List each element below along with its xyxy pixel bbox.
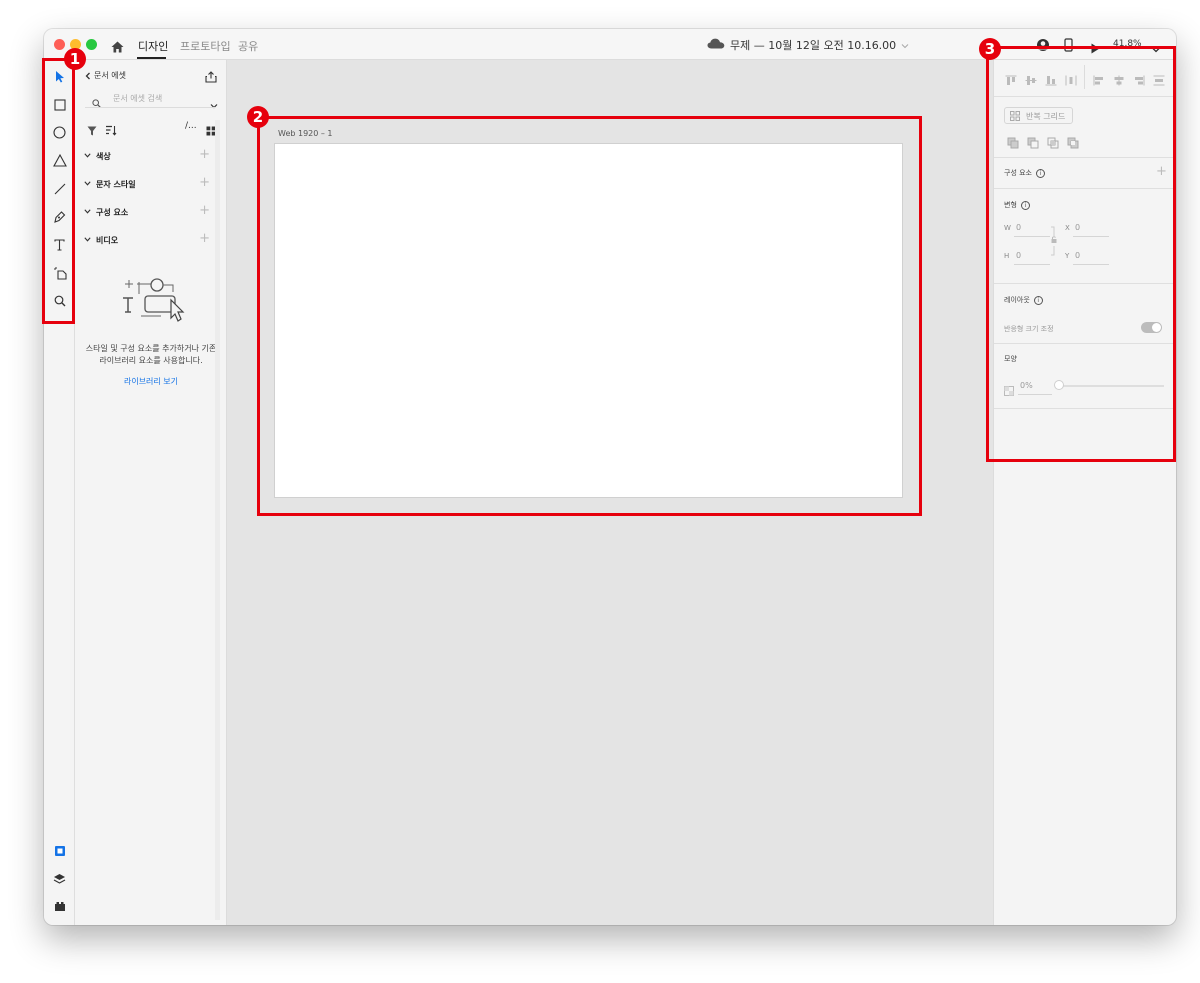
assets-panel: 문서 에셋 문서 에셋 검색 /... 색상 + 문자 스타일 + 구성 요소 …: [75, 60, 227, 925]
chevron-down-icon: [84, 153, 91, 158]
assets-scrollbar-track[interactable]: [215, 120, 220, 920]
assets-search-input[interactable]: 문서 에셋 검색: [113, 93, 162, 104]
view-libraries-link[interactable]: 라이브러리 보기: [75, 376, 227, 387]
search-underline: [85, 107, 215, 108]
chevron-down-icon: [901, 39, 909, 52]
section-video[interactable]: 비디오 +: [84, 231, 210, 248]
annotation-badge-2: 2: [247, 106, 269, 128]
add-video-icon[interactable]: +: [199, 231, 210, 246]
chevron-down-icon: [84, 237, 91, 242]
section-components[interactable]: 구성 요소 +: [84, 203, 210, 220]
plugins-icon[interactable]: [52, 899, 67, 914]
tab-prototype[interactable]: 프로토타입: [180, 38, 231, 54]
section-character-styles-label: 문자 스타일: [96, 180, 136, 189]
annotation-box-toolbar: [42, 58, 75, 324]
tab-design[interactable]: 디자인: [138, 38, 168, 54]
close-window-button[interactable]: [54, 39, 65, 50]
section-character-styles[interactable]: 문자 스타일 +: [84, 175, 210, 192]
add-color-icon[interactable]: +: [199, 147, 210, 162]
document-title-text: 무제 — 10월 12일 오전 10.16.00: [730, 39, 897, 52]
document-title[interactable]: 무제 — 10월 12일 오전 10.16.00: [707, 37, 909, 53]
assets-empty-message: 스타일 및 구성 요소를 추가하거나 기존 라이브러리 요소를 사용합니다.: [85, 344, 217, 365]
annotation-box-inspector: [986, 46, 1176, 462]
list-view-icon[interactable]: /...: [185, 121, 197, 131]
add-character-style-icon[interactable]: +: [199, 175, 210, 190]
assets-empty-illustration: [115, 274, 189, 334]
zoom-window-button[interactable]: [86, 39, 97, 50]
chevron-left-icon: [85, 72, 90, 79]
assets-header[interactable]: 문서 에셋: [85, 70, 126, 81]
add-component-icon[interactable]: +: [199, 203, 210, 218]
assets-header-label: 문서 에셋: [94, 71, 126, 80]
search-icon: [92, 93, 101, 112]
chevron-down-icon: [84, 181, 91, 186]
annotation-box-canvas: [257, 116, 922, 516]
section-colors[interactable]: 색상 +: [84, 147, 210, 164]
annotation-badge-1: 1: [64, 48, 86, 70]
export-icon[interactable]: [205, 68, 217, 87]
cloud-icon: [707, 38, 725, 52]
active-tab-indicator: [137, 57, 166, 59]
document-assets-icon[interactable]: [52, 843, 67, 858]
section-components-label: 구성 요소: [96, 208, 129, 217]
section-colors-label: 색상: [96, 152, 111, 161]
filter-icon[interactable]: [87, 121, 97, 140]
layers-icon[interactable]: [52, 871, 67, 886]
home-icon[interactable]: [111, 38, 124, 57]
chevron-down-icon: [84, 209, 91, 214]
annotation-badge-3: 3: [979, 38, 1001, 60]
sort-icon[interactable]: [105, 121, 117, 140]
tab-share[interactable]: 공유: [238, 38, 258, 54]
search-filter-dropdown-icon[interactable]: [210, 94, 218, 113]
section-video-label: 비디오: [96, 236, 119, 245]
